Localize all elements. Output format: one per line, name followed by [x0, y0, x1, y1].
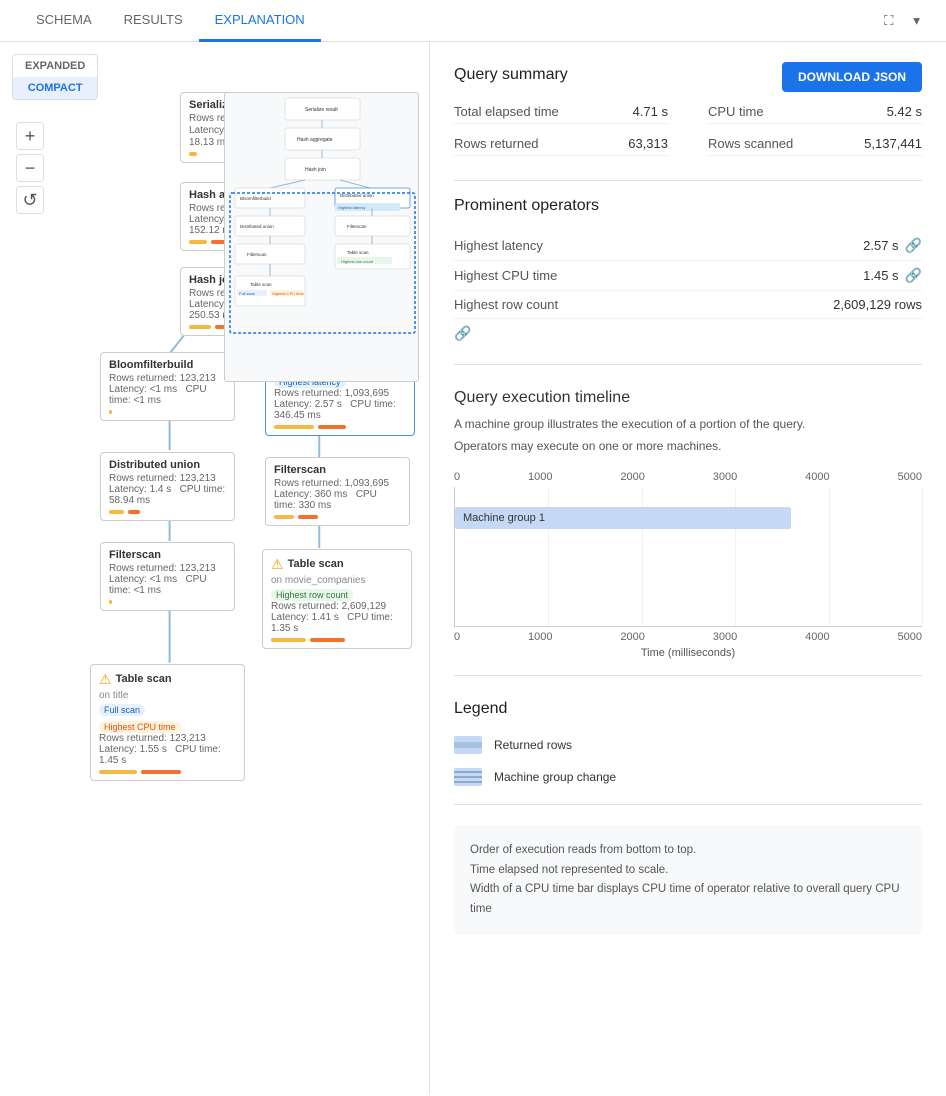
expand-icon[interactable]: ⛶: [878, 7, 899, 35]
view-toggle: EXPANDED COMPACT: [12, 54, 98, 100]
summary-row-elapsed: Total elapsed time 4.71 s: [454, 100, 668, 124]
timeline-chart: 0 1000 2000 3000 4000 5000 Mach: [454, 471, 922, 659]
cpu-link-icon[interactable]: 🔗: [905, 267, 922, 284]
op-row-latency: Highest latency 2.57 s 🔗: [454, 231, 922, 261]
rows-link-icon[interactable]: 🔗: [454, 325, 471, 341]
left-panel: EXPANDED COMPACT + − ↺: [0, 42, 430, 1094]
zoom-controls: + − ↺: [16, 122, 44, 214]
right-panel: DOWNLOAD JSON Query summary Total elapse…: [430, 42, 946, 1094]
op-row-rows: Highest row count 2,609,129 rows: [454, 291, 922, 319]
legend-title: Legend: [454, 700, 922, 718]
node-table-scan-1[interactable]: ⚠ Table scan on movie_companies Highest …: [262, 549, 412, 649]
node-filterscan-2[interactable]: Filterscan Rows returned: 123,213 Latenc…: [100, 542, 235, 611]
prominent-operators-section: Prominent operators Highest latency 2.57…: [454, 197, 922, 348]
tab-results[interactable]: RESULTS: [108, 0, 199, 42]
zoom-reset-btn[interactable]: ↺: [16, 186, 44, 214]
svg-text:Filterscan: Filterscan: [347, 224, 367, 229]
tab-explanation[interactable]: EXPLANATION: [199, 0, 321, 42]
legend-section: Legend Returned rows Machine group chang…: [454, 700, 922, 788]
timeline-desc1: A machine group illustrates the executio…: [454, 415, 922, 433]
download-json-btn[interactable]: DOWNLOAD JSON: [782, 62, 922, 92]
summary-row-rows-returned: Rows returned 63,313: [454, 132, 668, 156]
svg-text:Highest row count: Highest row count: [341, 259, 374, 264]
node-bloomfilter[interactable]: Bloomfilterbuild Rows returned: 123,213 …: [100, 352, 235, 421]
timeline-desc2: Operators may execute on one or more mac…: [454, 437, 922, 455]
summary-row-cpu: CPU time 5.42 s: [708, 100, 922, 124]
mini-map-svg: Serialize result Hash aggregate Hash joi…: [225, 93, 419, 382]
footer-note-2: Time elapsed not represented to scale.: [470, 861, 906, 881]
tab-schema[interactable]: SCHEMA: [20, 0, 108, 42]
svg-text:Full scan: Full scan: [239, 291, 255, 296]
footer-notes: Order of execution reads from bottom to …: [454, 825, 922, 935]
machine-group-label: Machine group change: [494, 770, 616, 784]
svg-text:Filterscan: Filterscan: [247, 252, 267, 257]
prominent-operators-title: Prominent operators: [454, 197, 922, 215]
chevron-down-icon[interactable]: ▾: [907, 7, 926, 35]
svg-text:Hash join: Hash join: [305, 167, 326, 173]
graph-area[interactable]: Serialize result Rows returned: 63,313 L…: [0, 42, 429, 1094]
footer-note-3: Width of a CPU time bar displays CPU tim…: [470, 880, 906, 919]
returned-rows-label: Returned rows: [494, 738, 572, 752]
node-table-scan-2[interactable]: ⚠ Table scan on title Full scan Highest …: [90, 664, 245, 781]
timeline-title: Query execution timeline: [454, 389, 922, 407]
machine-group-icon: [454, 766, 482, 788]
svg-text:Table scan: Table scan: [347, 250, 369, 255]
returned-rows-icon: [454, 734, 482, 756]
expanded-btn[interactable]: EXPANDED: [13, 55, 97, 77]
svg-text:Bloomfilterbuild: Bloomfilterbuild: [240, 196, 271, 201]
legend-item-returned-rows: Returned rows: [454, 734, 922, 756]
timeline-bottom-axis: 0 1000 2000 3000 4000 5000: [454, 631, 922, 643]
svg-text:Table scan: Table scan: [250, 282, 272, 287]
node-filterscan-1[interactable]: Filterscan Rows returned: 1,093,695 Late…: [265, 457, 410, 526]
zoom-in-btn[interactable]: +: [16, 122, 44, 150]
svg-text:Highest CPU time: Highest CPU time: [272, 291, 305, 296]
summary-row-rows-scanned: Rows scanned 5,137,441: [708, 132, 922, 156]
timeline-x-label: Time (milliseconds): [454, 647, 922, 659]
node-distributed-union-2[interactable]: Distributed union Rows returned: 123,213…: [100, 452, 235, 521]
summary-grid: Total elapsed time 4.71 s CPU time 5.42 …: [454, 100, 922, 156]
timeline-top-axis: 0 1000 2000 3000 4000 5000: [454, 471, 922, 483]
svg-text:Hash aggregate: Hash aggregate: [297, 137, 333, 143]
legend-item-machine-group: Machine group change: [454, 766, 922, 788]
zoom-out-btn[interactable]: −: [16, 154, 44, 182]
op-row-cpu: Highest CPU time 1.45 s 🔗: [454, 261, 922, 291]
timeline-section: Query execution timeline A machine group…: [454, 389, 922, 659]
svg-text:Highest latency: Highest latency: [338, 205, 365, 210]
svg-text:Serialize result: Serialize result: [305, 107, 338, 113]
timeline-bar-area: Machine group 1: [454, 487, 922, 627]
latency-link-icon[interactable]: 🔗: [905, 237, 922, 254]
top-nav: SCHEMA RESULTS EXPLANATION ⛶ ▾: [0, 0, 946, 42]
mini-map[interactable]: Serialize result Hash aggregate Hash joi…: [224, 92, 419, 382]
compact-btn[interactable]: COMPACT: [13, 77, 97, 99]
machine-group-bar: Machine group 1: [455, 507, 791, 529]
svg-text:Distributed union: Distributed union: [240, 224, 274, 229]
main-layout: EXPANDED COMPACT + − ↺: [0, 42, 946, 1094]
footer-note-1: Order of execution reads from bottom to …: [470, 841, 906, 861]
